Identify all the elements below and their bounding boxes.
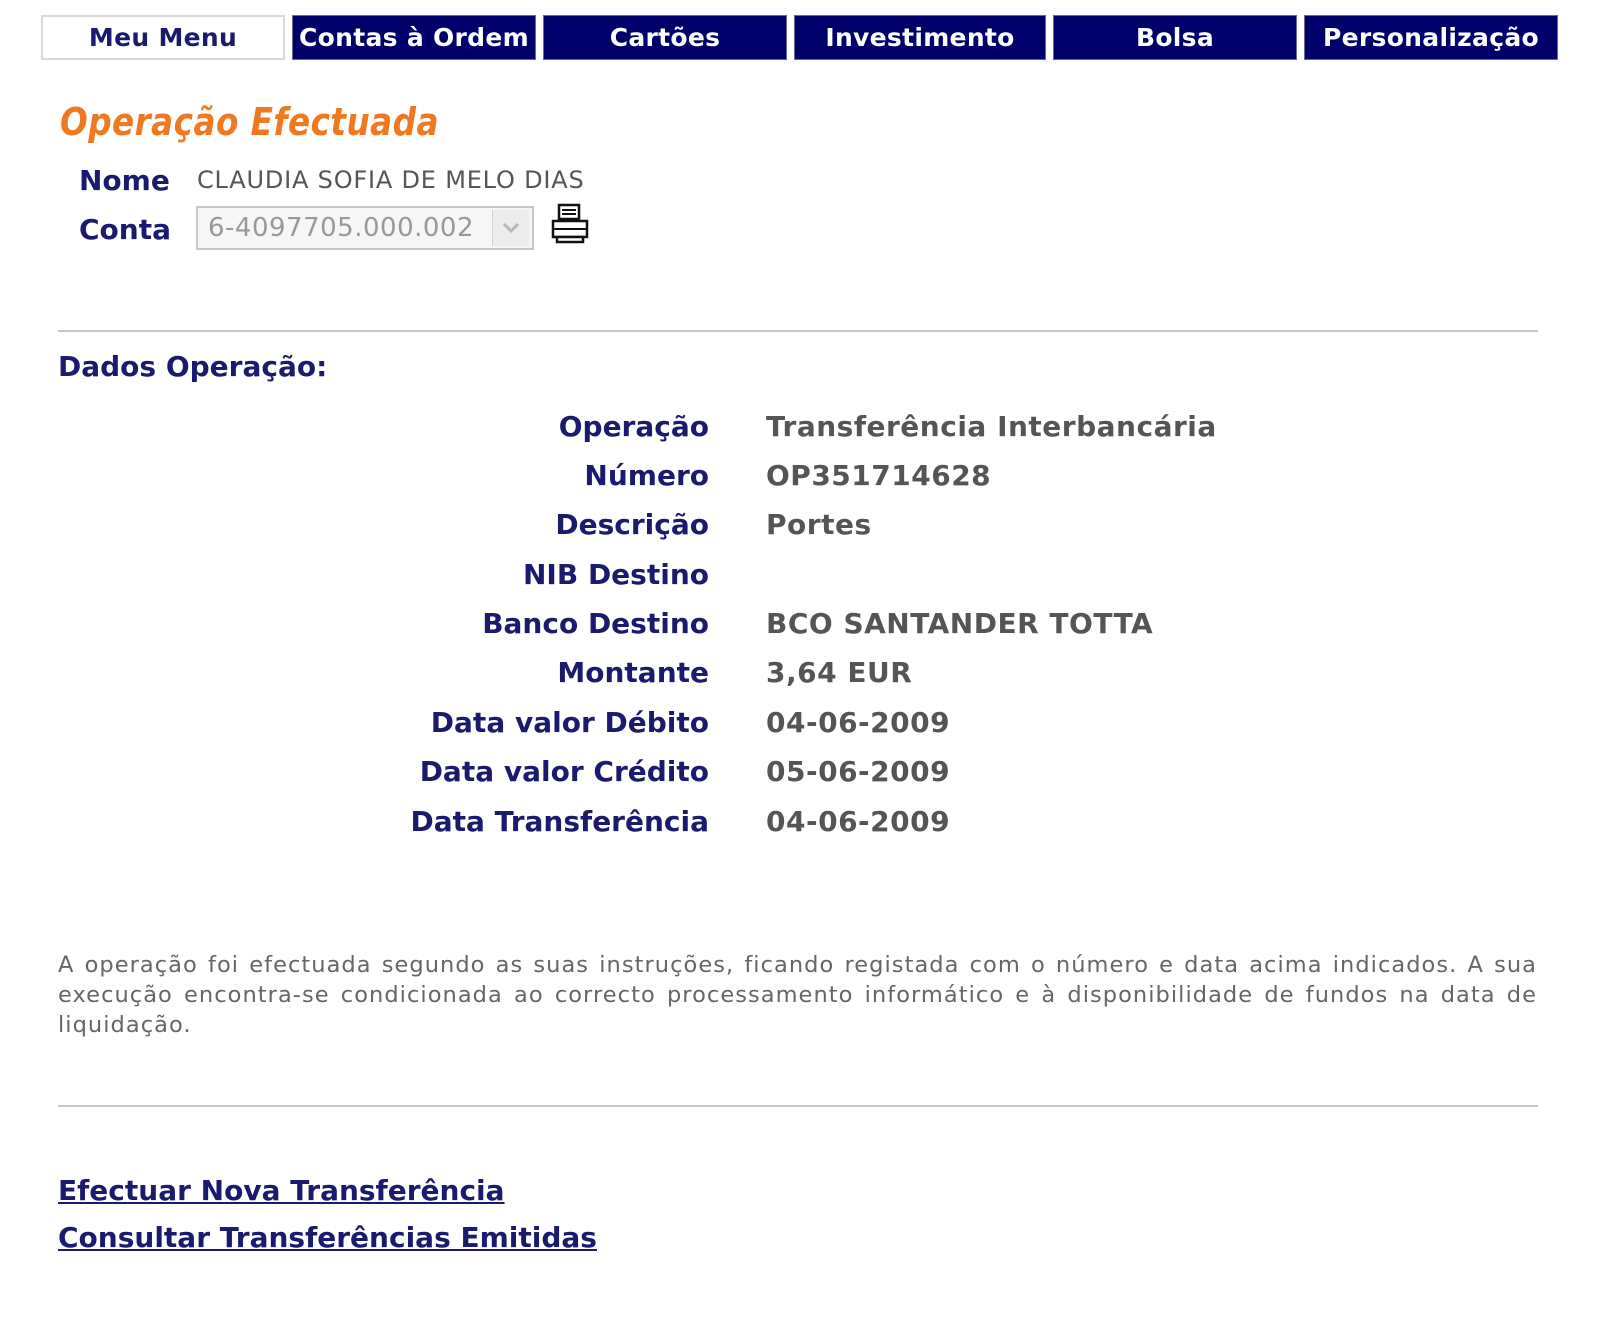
detail-value: Portes: [766, 508, 872, 541]
detail-row-numero: Número OP351714628: [0, 459, 1600, 508]
section-title: Dados Operação:: [58, 350, 328, 383]
detail-label: NIB Destino: [523, 558, 709, 591]
tab-meu-menu[interactable]: Meu Menu: [41, 15, 285, 60]
conta-label: Conta: [79, 213, 171, 246]
printer-icon[interactable]: [549, 203, 591, 245]
detail-row-descricao: Descrição Portes: [0, 508, 1600, 557]
detail-label: Data Transferência: [410, 805, 709, 838]
tab-investimento[interactable]: Investimento: [794, 15, 1046, 60]
nome-label: Nome: [79, 164, 170, 197]
conta-select[interactable]: 6-4097705.000.002: [196, 206, 534, 250]
tab-contas-a-ordem[interactable]: Contas à Ordem: [292, 15, 536, 60]
detail-row-banco-destino: Banco Destino BCO SANTANDER TOTTA: [0, 607, 1600, 656]
conta-select-value: 6-4097705.000.002: [208, 213, 474, 243]
detail-label: Banco Destino: [482, 607, 709, 640]
detail-value: 04-06-2009: [766, 805, 951, 838]
divider: [58, 330, 1538, 332]
detail-value: 04-06-2009: [766, 706, 951, 739]
detail-row-data-credito: Data valor Crédito 05-06-2009: [0, 755, 1600, 804]
tab-bolsa[interactable]: Bolsa: [1053, 15, 1297, 60]
new-transfer-link[interactable]: Efectuar Nova Transferência: [58, 1174, 505, 1207]
divider: [58, 1105, 1538, 1107]
tab-cartoes[interactable]: Cartões: [543, 15, 787, 60]
detail-value: 3,64 EUR: [766, 656, 913, 689]
detail-value: OP351714628: [766, 459, 992, 492]
page-title: Operação Efectuada: [60, 100, 439, 144]
detail-value: BCO SANTANDER TOTTA: [766, 607, 1154, 640]
nome-value: CLAUDIA SOFIA DE MELO DIAS: [197, 166, 585, 194]
operation-notice: A operação foi efectuada segundo as suas…: [58, 952, 1537, 1038]
detail-label: Número: [584, 459, 709, 492]
main-nav: Meu Menu Contas à Ordem Cartões Investim…: [41, 15, 1589, 62]
detail-row-montante: Montante 3,64 EUR: [0, 656, 1600, 705]
detail-value: 05-06-2009: [766, 755, 951, 788]
detail-row-data-transferencia: Data Transferência 04-06-2009: [0, 805, 1600, 854]
detail-label: Data valor Débito: [430, 706, 709, 739]
consult-transfers-link[interactable]: Consultar Transferências Emitidas: [58, 1221, 597, 1254]
detail-row-operacao: Operação Transferência Interbancária: [0, 410, 1600, 459]
detail-row-nib-destino: NIB Destino: [0, 558, 1600, 607]
detail-label: Descrição: [555, 508, 709, 541]
detail-row-data-debito: Data valor Débito 04-06-2009: [0, 706, 1600, 755]
tab-personalizacao[interactable]: Personalização: [1304, 15, 1558, 60]
detail-label: Operação: [558, 410, 709, 443]
detail-label: Montante: [557, 656, 709, 689]
chevron-down-icon[interactable]: [492, 210, 529, 246]
detail-value: Transferência Interbancária: [766, 410, 1217, 443]
detail-label: Data valor Crédito: [419, 755, 709, 788]
